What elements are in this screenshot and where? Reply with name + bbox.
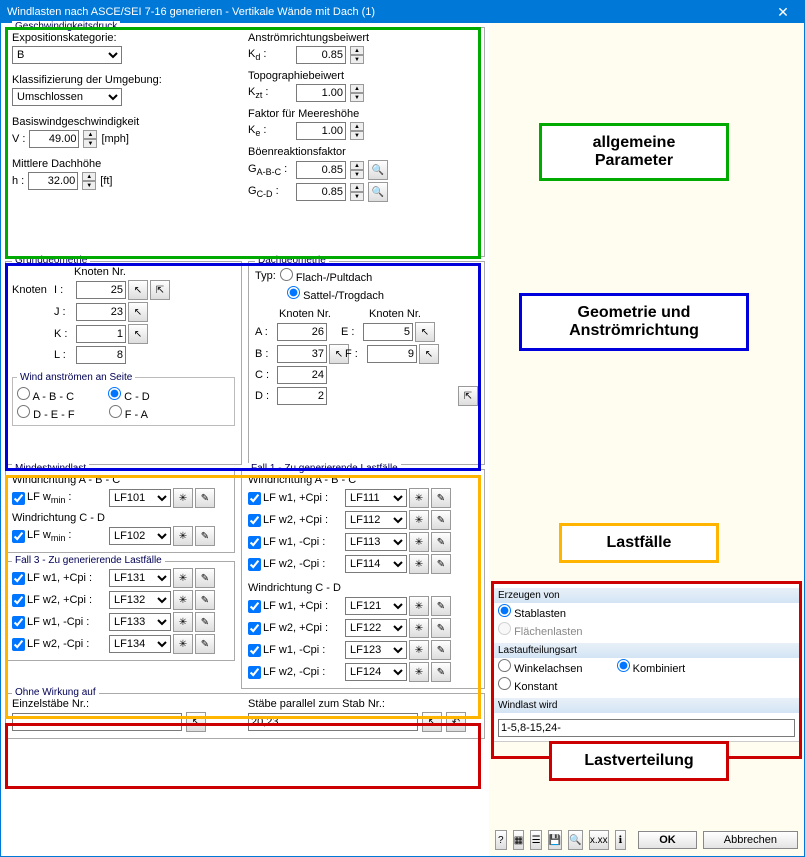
- pick-icon[interactable]: ↖: [186, 712, 206, 732]
- window-title: Windlasten nach ASCE/SEI 7-16 generieren…: [7, 6, 768, 18]
- const-radio[interactable]: Konstant: [498, 677, 557, 693]
- callout-dist: Lastverteilung: [549, 741, 729, 781]
- save-icon[interactable]: 💾: [548, 830, 562, 850]
- case3-group: Fall 3 - Zu generierende Lastfälle LF w1…: [5, 561, 235, 661]
- callout-params: allgemeine Parameter: [539, 123, 729, 181]
- parallel-members-input[interactable]: [248, 713, 418, 731]
- edit-icon[interactable]: ✎: [195, 488, 215, 508]
- lf112-select[interactable]: LF112: [345, 511, 407, 529]
- pick-icon[interactable]: ↖: [422, 712, 442, 732]
- cancel-button[interactable]: Abbrechen: [703, 831, 798, 849]
- lf101-select[interactable]: LF101: [109, 489, 171, 507]
- undo-icon[interactable]: ↶: [446, 712, 466, 732]
- node-i-input[interactable]: [76, 281, 126, 299]
- pick-icon[interactable]: ↖: [128, 302, 148, 322]
- edit-icon[interactable]: ✎: [195, 526, 215, 546]
- min-wind-group: Mindestwindlast Windrichtung A - B - C L…: [5, 469, 235, 553]
- node-j-input[interactable]: [76, 303, 126, 321]
- node-f-input[interactable]: [367, 345, 417, 363]
- lf121-select[interactable]: LF121: [345, 597, 407, 615]
- lf113-select[interactable]: LF113: [345, 533, 407, 551]
- tool2-icon[interactable]: ☰: [530, 830, 542, 850]
- node-c-input[interactable]: [277, 366, 327, 384]
- node-a-input[interactable]: [277, 323, 327, 341]
- lfwmin-abc-check[interactable]: [12, 492, 25, 505]
- lf132-select[interactable]: LF132: [109, 591, 171, 609]
- ok-button[interactable]: OK: [638, 831, 697, 849]
- node-d-input[interactable]: [277, 387, 327, 405]
- pick-icon[interactable]: ↖: [128, 324, 148, 344]
- enclosure-label: Klassifizierung der Umgebung:: [12, 74, 242, 86]
- exposure-select[interactable]: B: [12, 46, 122, 64]
- lfwmin-cd-check[interactable]: [12, 530, 25, 543]
- spin-up[interactable]: ▲: [83, 130, 97, 139]
- new-icon[interactable]: ✳: [173, 526, 193, 546]
- lf122-select[interactable]: LF122: [345, 619, 407, 637]
- callout-geom: Geometrie und Anströmrichtung: [519, 293, 749, 351]
- lf111-select[interactable]: LF111: [345, 489, 407, 507]
- side-def-radio[interactable]: D - E - F: [17, 405, 75, 421]
- info-icon[interactable]: ℹ: [615, 830, 627, 850]
- distribution-header: Lastaufteilungsart: [494, 643, 799, 658]
- lf114-select[interactable]: LF114: [345, 555, 407, 573]
- help-icon[interactable]: ?: [495, 830, 507, 850]
- pick-icon[interactable]: ↖: [128, 280, 148, 300]
- lf133-select[interactable]: LF133: [109, 613, 171, 631]
- lf124-select[interactable]: LF124: [345, 663, 407, 681]
- comb-radio[interactable]: Kombiniert: [617, 659, 686, 675]
- apply-header: Windlast wird: [494, 698, 799, 713]
- new-icon[interactable]: ✳: [173, 488, 193, 508]
- kzt-input[interactable]: [296, 84, 346, 102]
- member-loads-radio[interactable]: Stablasten: [498, 604, 566, 620]
- kd-input[interactable]: [296, 46, 346, 64]
- side-cd-radio[interactable]: C - D: [108, 387, 150, 403]
- roof-flat-radio[interactable]: Flach-/Pultdach: [280, 268, 373, 284]
- axis-radio[interactable]: Winkelachsen: [498, 659, 583, 675]
- no-effect-group: Ohne Wirkung auf Einzelstäbe Nr.: ↖ Stäb…: [5, 693, 485, 739]
- pick-all-icon[interactable]: ⇱: [150, 280, 170, 300]
- lf102-select[interactable]: LF102: [109, 527, 171, 545]
- callout-lf: Lastfälle: [559, 523, 719, 563]
- pick-icon[interactable]: ↖: [419, 344, 439, 364]
- magnify-icon[interactable]: 🔍: [368, 160, 388, 180]
- pick-all-icon[interactable]: ⇱: [458, 386, 478, 406]
- lf134-select[interactable]: LF134: [109, 635, 171, 653]
- roof-geometry-group: Dachgeometrie Typ: Flach-/Pultdach Satte…: [248, 261, 485, 465]
- single-members-input[interactable]: [12, 713, 182, 731]
- titlebar: Windlasten nach ASCE/SEI 7-16 generieren…: [1, 1, 804, 23]
- enclosure-select[interactable]: Umschlossen: [12, 88, 122, 106]
- tool1-icon[interactable]: ▦: [513, 830, 525, 850]
- gcd-input[interactable]: [296, 183, 346, 201]
- view-icon[interactable]: 🔍: [568, 830, 582, 850]
- node-b-input[interactable]: [277, 345, 327, 363]
- pick-icon[interactable]: ↖: [415, 322, 435, 342]
- lf131-select[interactable]: LF131: [109, 569, 171, 587]
- v-input[interactable]: [29, 130, 79, 148]
- apply-members-input[interactable]: [498, 719, 795, 737]
- side-fa-radio[interactable]: F - A: [109, 405, 148, 421]
- exposure-label: Expositionskategorie:: [12, 32, 242, 44]
- case1-group: Fall 1 - Zu generierende Lastfälle Windr…: [241, 469, 485, 689]
- velocity-pressure-group: Geschwindigkeitsdruck Expositionskategor…: [5, 27, 485, 257]
- roof-gable-radio[interactable]: Sattel-/Trogdach: [287, 286, 384, 302]
- h-input[interactable]: [28, 172, 78, 190]
- node-k-input[interactable]: [76, 325, 126, 343]
- precision-icon[interactable]: x.xx: [589, 830, 609, 850]
- gabc-input[interactable]: [296, 161, 346, 179]
- area-loads-radio[interactable]: Flächenlasten: [498, 622, 583, 638]
- lf123-select[interactable]: LF123: [345, 641, 407, 659]
- node-l-input[interactable]: [76, 346, 126, 364]
- ke-input[interactable]: [296, 122, 346, 140]
- magnify-icon[interactable]: 🔍: [368, 182, 388, 202]
- node-e-input[interactable]: [363, 323, 413, 341]
- side-abc-radio[interactable]: A - B - C: [17, 387, 74, 403]
- close-icon[interactable]: ✕: [768, 4, 798, 21]
- generate-header: Erzeugen von: [494, 588, 799, 603]
- base-geometry-group: Grundgeometrie Knoten Nr. KnotenI :↖⇱ J …: [5, 261, 242, 465]
- spin-down[interactable]: ▼: [83, 139, 97, 148]
